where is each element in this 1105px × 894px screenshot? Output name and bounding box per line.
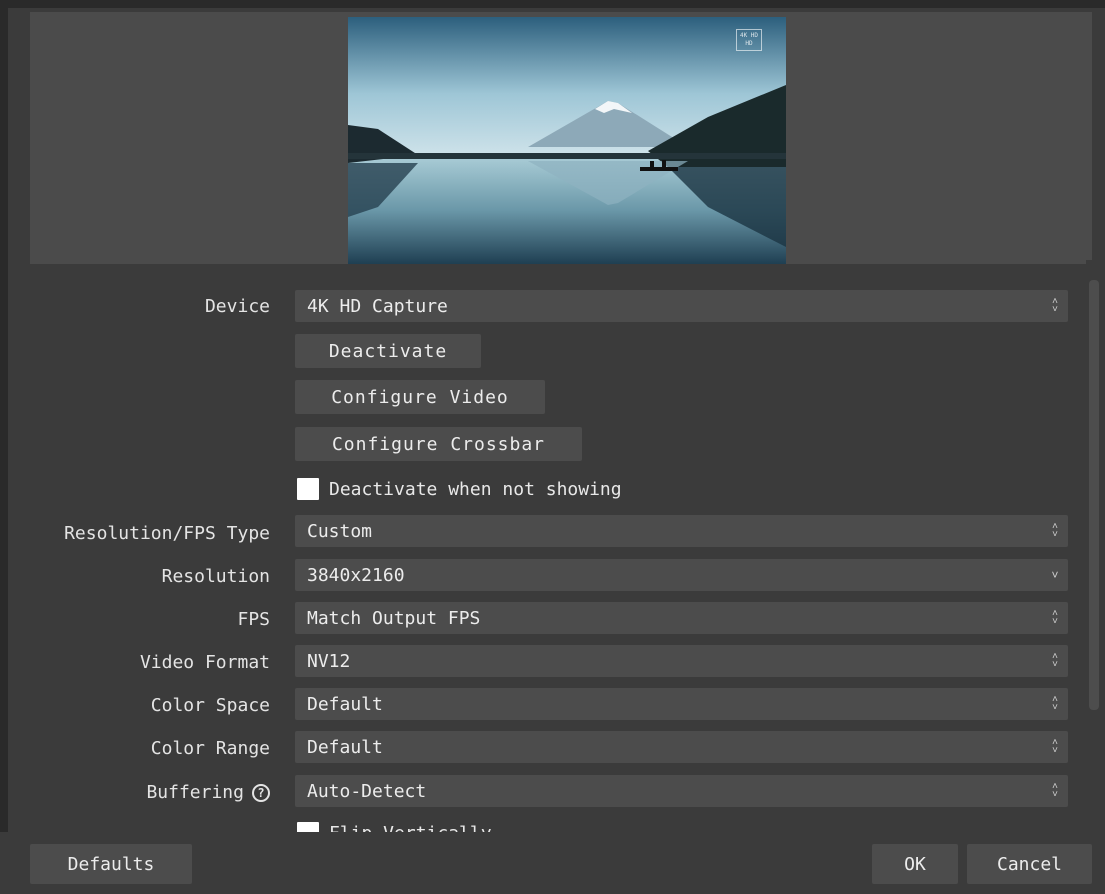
source-preview: 4K HD HD: [30, 12, 1092, 264]
ok-button[interactable]: OK: [872, 844, 958, 884]
up-down-chevron-icon: ˄ ˅: [1051, 737, 1058, 756]
properties-scrollbar[interactable]: [1086, 260, 1102, 820]
up-down-chevron-icon: ˄ ˅: [1051, 651, 1058, 670]
resolution-fps-type-label: Resolution/FPS Type: [64, 523, 270, 544]
device-label: Device: [204, 296, 270, 317]
defaults-button[interactable]: Defaults: [30, 844, 192, 884]
up-down-chevron-icon: ˄ ˅: [1051, 608, 1058, 627]
window-top-border: [0, 0, 1105, 8]
device-select[interactable]: 4K HD Capture ˄ ˅: [295, 290, 1068, 322]
help-icon[interactable]: ?: [252, 784, 270, 802]
color-range-select[interactable]: Default ˄ ˅: [295, 731, 1068, 763]
buffering-select[interactable]: Auto-Detect ˄ ˅: [295, 775, 1068, 807]
preview-image: 4K HD HD: [348, 17, 786, 264]
video-format-select[interactable]: NV12 ˄ ˅: [295, 645, 1068, 677]
device-value: 4K HD Capture: [307, 295, 448, 317]
resolution-label: Resolution: [161, 566, 270, 587]
deactivate-button[interactable]: Deactivate: [295, 334, 481, 368]
buffering-value: Auto-Detect: [307, 780, 427, 802]
resolution-value: 3840x2160: [307, 564, 405, 586]
buffering-label-row: Buffering?: [146, 782, 270, 803]
properties-panel: Device 4K HD Capture ˄ ˅ Deactivate Confi…: [0, 272, 1090, 832]
watermark-logo: 4K HD HD: [736, 29, 762, 51]
color-range-label: Color Range: [150, 738, 270, 759]
configure-crossbar-button[interactable]: Configure Crossbar: [295, 427, 582, 461]
buffering-label: Buffering: [146, 782, 244, 803]
up-down-chevron-icon: ˄ ˅: [1051, 296, 1058, 315]
color-space-select[interactable]: Default ˄ ˅: [295, 688, 1068, 720]
resolution-fps-type-value: Custom: [307, 520, 373, 542]
resolution-select[interactable]: 3840x2160 ˅: [295, 559, 1068, 591]
dialog-footer: Defaults OK Cancel: [0, 832, 1105, 894]
up-down-chevron-icon: ˄ ˅: [1051, 521, 1058, 540]
up-down-chevron-icon: ˄ ˅: [1051, 694, 1058, 713]
flip-vertically-label: Flip Vertically: [329, 823, 492, 833]
fps-select[interactable]: Match Output FPS ˄ ˅: [295, 602, 1068, 634]
cancel-button[interactable]: Cancel: [967, 844, 1092, 884]
color-space-value: Default: [307, 693, 383, 715]
color-range-value: Default: [307, 736, 383, 758]
color-space-label: Color Space: [150, 695, 270, 716]
video-format-label: Video Format: [139, 652, 270, 673]
scrollbar-thumb[interactable]: [1089, 280, 1099, 710]
configure-video-button[interactable]: Configure Video: [295, 380, 545, 414]
deactivate-when-not-showing-label: Deactivate when not showing: [329, 478, 622, 500]
deactivate-when-not-showing-row[interactable]: Deactivate when not showing: [297, 478, 622, 500]
flip-vertically-row[interactable]: Flip Vertically: [297, 822, 492, 832]
chevron-down-icon: ˅: [1051, 568, 1059, 582]
fps-label: FPS: [237, 609, 270, 630]
flip-vertically-checkbox[interactable]: [297, 822, 319, 832]
video-format-value: NV12: [307, 650, 351, 672]
fps-value: Match Output FPS: [307, 607, 481, 629]
up-down-chevron-icon: ˄ ˅: [1051, 781, 1058, 800]
resolution-fps-type-select[interactable]: Custom ˄ ˅: [295, 515, 1068, 547]
deactivate-when-not-showing-checkbox[interactable]: [297, 478, 319, 500]
